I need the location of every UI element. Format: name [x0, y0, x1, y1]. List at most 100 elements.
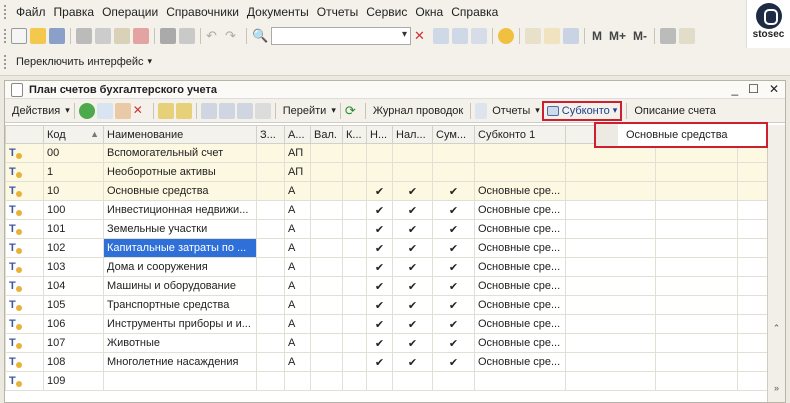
scroll-up-icon[interactable]: ⌃: [768, 323, 785, 339]
print-icon[interactable]: [160, 28, 176, 44]
column-header-icon[interactable]: [5, 125, 44, 144]
sum-cell[interactable]: ✔: [432, 181, 475, 201]
column-header-currency[interactable]: Вал.: [310, 125, 343, 144]
tax-cell[interactable]: ✔: [392, 352, 433, 372]
name-cell[interactable]: Машины и оборудование: [103, 276, 257, 296]
column-header-tax[interactable]: Нал...: [392, 125, 433, 144]
info-icon[interactable]: [498, 28, 514, 44]
find-in-list-icon[interactable]: [471, 28, 487, 44]
name-cell[interactable]: [103, 371, 257, 391]
tax-cell[interactable]: [392, 371, 433, 391]
subkonto1-cell[interactable]: Основные сре...: [474, 314, 566, 334]
subkonto1-cell[interactable]: Основные сре...: [474, 200, 566, 220]
type-cell[interactable]: [284, 371, 311, 391]
name-cell[interactable]: Дома и сооружения: [103, 257, 257, 277]
edit-icon[interactable]: [114, 102, 131, 119]
switch-interface-button[interactable]: Переключить интерфейс: [16, 56, 144, 68]
refresh-icon[interactable]: ⟳: [345, 103, 361, 119]
code-cell[interactable]: 00: [43, 143, 104, 163]
n-cell[interactable]: ✔: [366, 238, 393, 258]
tax-cell[interactable]: ✔: [392, 238, 433, 258]
vertical-scrollbar[interactable]: ⌃ »: [767, 125, 785, 402]
name-cell[interactable]: Вспомогательный счет: [103, 143, 257, 163]
column-header-subkonto-1[interactable]: Субконто 1: [474, 125, 566, 144]
users-icon[interactable]: [563, 28, 579, 44]
name-cell[interactable]: Многолетние насаждения: [103, 352, 257, 372]
copy-row-icon[interactable]: [96, 102, 113, 119]
menu-item-fixed-assets[interactable]: Основные средства: [618, 129, 728, 141]
n-cell[interactable]: ✔: [366, 314, 393, 334]
menu-edit[interactable]: Правка: [50, 5, 99, 19]
table-row[interactable]: T 103 Дома и сооружения А ✔ ✔ ✔ Основные сре...: [5, 257, 768, 277]
menu-references[interactable]: Справочники: [162, 5, 243, 19]
type-cell[interactable]: А: [284, 238, 311, 258]
n-cell[interactable]: ✔: [366, 276, 393, 296]
open-folder-icon[interactable]: [30, 28, 46, 44]
subkonto1-cell[interactable]: Основные сре...: [474, 276, 566, 296]
code-cell[interactable]: 101: [43, 219, 104, 239]
column-header-code[interactable]: Код ▲: [43, 125, 104, 144]
save-icon[interactable]: [49, 28, 65, 44]
menu-service[interactable]: Сервис: [362, 5, 411, 19]
column-header-name[interactable]: Наименование: [103, 125, 257, 144]
menu-help[interactable]: Справка: [447, 5, 502, 19]
calendar-icon[interactable]: [544, 28, 560, 44]
n-cell[interactable]: [366, 371, 393, 391]
sum-cell[interactable]: ✔: [432, 219, 475, 239]
tax-cell[interactable]: ✔: [392, 181, 433, 201]
n-cell[interactable]: ✔: [366, 257, 393, 277]
tax-cell[interactable]: [392, 143, 433, 163]
name-cell[interactable]: Инвестиционная недвижи...: [103, 200, 257, 220]
type-cell[interactable]: А: [284, 333, 311, 353]
goto-menu-button[interactable]: Перейти: [280, 105, 330, 117]
sum-cell[interactable]: ✔: [432, 352, 475, 372]
tax-cell[interactable]: ✔: [392, 333, 433, 353]
subkonto-menu-button[interactable]: Субконто ▾: [541, 100, 623, 121]
actions-menu-button[interactable]: Действия: [9, 105, 63, 117]
find-previous-icon[interactable]: [452, 28, 468, 44]
find-next-icon[interactable]: [433, 28, 449, 44]
tax-cell[interactable]: [392, 162, 433, 182]
n-cell[interactable]: ✔: [366, 295, 393, 315]
subkonto1-cell[interactable]: Основные сре...: [474, 333, 566, 353]
tax-cell[interactable]: ✔: [392, 314, 433, 334]
journal-entries-button[interactable]: Журнал проводок: [370, 105, 466, 117]
table-row[interactable]: T 109: [5, 371, 768, 391]
tax-cell[interactable]: ✔: [392, 219, 433, 239]
memory-button[interactable]: M: [590, 29, 604, 43]
subkonto1-cell[interactable]: Основные сре...: [474, 295, 566, 315]
sum-cell[interactable]: ✔: [432, 257, 475, 277]
type-cell[interactable]: А: [284, 276, 311, 296]
filter-history-icon[interactable]: [236, 102, 253, 119]
sum-cell[interactable]: [432, 371, 475, 391]
chevron-down-icon[interactable]: ▾: [535, 105, 540, 116]
type-cell[interactable]: АП: [284, 143, 311, 163]
add-icon[interactable]: [78, 102, 95, 119]
filter-by-value-icon[interactable]: [200, 102, 217, 119]
menu-operations[interactable]: Операции: [98, 5, 162, 19]
memory-add-button[interactable]: M+: [607, 29, 628, 43]
code-cell[interactable]: 100: [43, 200, 104, 220]
code-cell[interactable]: 102: [43, 238, 104, 258]
n-cell[interactable]: ✔: [366, 181, 393, 201]
close-button[interactable]: ✕: [769, 82, 779, 96]
menu-windows[interactable]: Окна: [411, 5, 447, 19]
new-document-icon[interactable]: [11, 28, 27, 44]
subkonto1-cell[interactable]: Основные сре...: [474, 352, 566, 372]
name-cell[interactable]: Земельные участки: [103, 219, 257, 239]
type-cell[interactable]: А: [284, 219, 311, 239]
subkonto1-cell[interactable]: [474, 371, 566, 391]
tax-cell[interactable]: ✔: [392, 257, 433, 277]
type-cell[interactable]: А: [284, 352, 311, 372]
table-row[interactable]: T 102 Капитальные затраты по ... А ✔ ✔ ✔ Основн…: [5, 238, 768, 258]
minimize-button[interactable]: _: [731, 82, 738, 96]
n-cell[interactable]: ✔: [366, 333, 393, 353]
tax-cell[interactable]: ✔: [392, 295, 433, 315]
menu-reports[interactable]: Отчеты: [313, 5, 362, 19]
sum-cell[interactable]: ✔: [432, 238, 475, 258]
n-cell[interactable]: [366, 143, 393, 163]
cut-icon[interactable]: [76, 28, 92, 44]
table-row[interactable]: T 107 Животные А ✔ ✔ ✔ Основные сре...: [5, 333, 768, 353]
memory-subtract-button[interactable]: M-: [631, 29, 649, 43]
filter-icon[interactable]: [218, 102, 235, 119]
